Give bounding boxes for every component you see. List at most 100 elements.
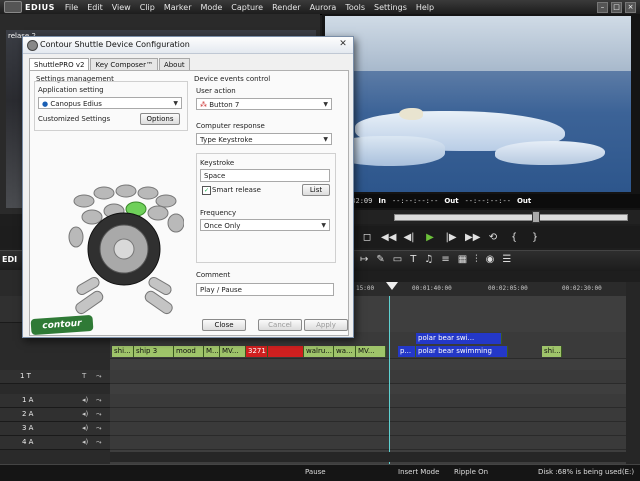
computer-response-select[interactable]: Type Keystroke ▼ — [196, 133, 332, 145]
menu-clip[interactable]: Clip — [140, 3, 155, 12]
menu-view[interactable]: View — [112, 3, 131, 12]
mark-out-icon[interactable]: } — [528, 232, 542, 243]
close-icon[interactable]: × — [625, 2, 636, 13]
chevron-down-icon: ▼ — [323, 136, 328, 143]
playhead-line — [389, 296, 390, 466]
shuttlepro-device-image[interactable] — [64, 177, 184, 327]
menu-capture[interactable]: Capture — [231, 3, 263, 12]
menu-settings[interactable]: Settings — [374, 3, 407, 12]
menu-marker[interactable]: Marker — [164, 3, 192, 12]
clip-icon[interactable]: ▭ — [393, 254, 402, 265]
close-button[interactable]: Close — [202, 319, 246, 331]
canopus-icon: ● — [42, 100, 49, 108]
timeline-clip[interactable]: MV... — [220, 346, 246, 357]
speaker-icon[interactable]: ◂) — [82, 410, 88, 418]
loop-icon[interactable]: ⟲ — [486, 232, 500, 243]
horizontal-scrollbar[interactable] — [110, 452, 626, 462]
effect-icon[interactable]: ✎ — [376, 254, 384, 265]
options-button[interactable]: Options — [140, 113, 180, 125]
track-link-icon[interactable]: ⤳ — [96, 438, 102, 447]
dialog-titlebar[interactable]: Contour Shuttle Device Configuration ✕ — [23, 37, 353, 54]
speaker-icon[interactable]: ◂) — [82, 438, 88, 446]
ripple-icon[interactable]: ↦ — [360, 254, 368, 265]
track-name: 2 A — [22, 410, 34, 418]
title-track-header[interactable]: 1 T T ⤳ — [0, 370, 110, 384]
title-icon[interactable]: T — [410, 254, 416, 265]
track-name: 3 A — [22, 424, 34, 432]
scrub-bar[interactable] — [322, 210, 640, 224]
frequency-select[interactable]: Once Only ▼ — [200, 219, 330, 231]
menu-aurora[interactable]: Aurora — [310, 3, 337, 12]
minimize-icon[interactable]: – — [597, 2, 608, 13]
audio-track-header[interactable]: 4 A ◂) ⤳ — [0, 436, 110, 450]
track-link-icon[interactable]: ⤳ — [96, 424, 102, 433]
audio-track-header[interactable]: 3 A ◂) ⤳ — [0, 422, 110, 436]
frequency-value: Once Only — [204, 222, 241, 230]
scrub-handle[interactable] — [532, 211, 540, 223]
app-setting-value: Canopus Edius — [50, 100, 102, 108]
timeline-clip[interactable]: p... — [398, 346, 416, 357]
mark-in-icon[interactable]: { — [507, 232, 521, 243]
timeline-clip[interactable]: walru... — [304, 346, 334, 357]
title-track-icon: T — [82, 372, 87, 380]
step-back-icon[interactable]: ◀| — [402, 232, 416, 243]
track-link-icon[interactable]: ⤳ — [96, 372, 102, 381]
list-button[interactable]: List — [302, 184, 330, 196]
fast-forward-icon[interactable]: ▶▶ — [465, 232, 480, 243]
speaker-icon[interactable]: ◂) — [82, 424, 88, 432]
menu-tools[interactable]: Tools — [345, 3, 365, 12]
timeline-clip[interactable]: M... — [204, 346, 220, 357]
apply-button[interactable]: Apply — [304, 319, 348, 331]
timeline-clip[interactable]: wa... — [334, 346, 356, 357]
grid-icon[interactable]: ▦ — [458, 254, 467, 265]
stop-icon[interactable]: ◻ — [360, 232, 374, 243]
comment-input[interactable]: Play / Pause — [196, 283, 334, 296]
menu-edit[interactable]: Edit — [87, 3, 103, 12]
keystroke-input[interactable]: Space — [200, 169, 330, 182]
vertical-scrollbar[interactable] — [626, 282, 640, 466]
settings-icon[interactable]: ☰ — [502, 254, 511, 265]
playhead-marker[interactable] — [386, 282, 398, 290]
timeline-clip[interactable]: ship 3 — [134, 346, 174, 357]
color-icon[interactable]: ◉ — [486, 254, 495, 265]
timeline-clip[interactable] — [268, 346, 304, 357]
timeline-clip[interactable]: MV... — [356, 346, 386, 357]
menu-file[interactable]: File — [65, 3, 78, 12]
timeline-clip[interactable]: 3271 — [246, 346, 268, 357]
device-button-icon — [68, 226, 84, 248]
smart-release-label: Smart release — [212, 186, 261, 194]
timeline-clip[interactable]: polar bear swimming — [416, 346, 508, 357]
video-frame — [325, 16, 631, 192]
mixer-icon[interactable]: ≡ — [441, 254, 449, 265]
timeline-clip[interactable]: mood — [174, 346, 204, 357]
user-action-select[interactable]: ⁂ Button 7 ▼ — [196, 98, 332, 110]
speaker-icon[interactable]: ◂) — [82, 396, 88, 404]
smart-release-checkbox[interactable]: ✓ — [202, 186, 211, 195]
ruler-tick: 00:02:05:00 — [488, 285, 528, 292]
sliders-icon[interactable]: ⫶ — [475, 254, 478, 265]
dur-label: Out — [516, 197, 532, 205]
out-timecode: --:--:--:-- — [464, 197, 511, 205]
button-icon: ⁂ — [200, 101, 207, 109]
timeline-clip[interactable]: shi... — [112, 346, 134, 357]
maximize-icon[interactable]: □ — [611, 2, 622, 13]
play-icon[interactable]: ▶ — [423, 232, 437, 243]
step-forward-icon[interactable]: |▶ — [444, 232, 458, 243]
menu-render[interactable]: Render — [272, 3, 300, 12]
timeline-clip[interactable]: polar bear swi... — [416, 333, 502, 344]
audio-track-header[interactable]: 1 A ◂) ⤳ — [0, 394, 110, 408]
audio-icon[interactable]: ♫ — [424, 254, 433, 265]
close-icon[interactable]: ✕ — [337, 39, 349, 50]
track-link-icon[interactable]: ⤳ — [96, 410, 102, 419]
cancel-button[interactable]: Cancel — [258, 319, 302, 331]
rewind-icon[interactable]: ◀◀ — [381, 232, 396, 243]
status-mode: Pause — [305, 468, 326, 476]
timeline-clip[interactable]: shi... — [542, 346, 562, 357]
track-link-icon[interactable]: ⤳ — [96, 396, 102, 405]
ruler-tick: 00:02:30:00 — [562, 285, 602, 292]
audio-track-header[interactable]: 2 A ◂) ⤳ — [0, 408, 110, 422]
scrub-track[interactable] — [394, 214, 628, 221]
menu-mode[interactable]: Mode — [200, 3, 222, 12]
app-setting-select[interactable]: ● Canopus Edius ▼ — [38, 97, 182, 109]
menu-help[interactable]: Help — [416, 3, 434, 12]
